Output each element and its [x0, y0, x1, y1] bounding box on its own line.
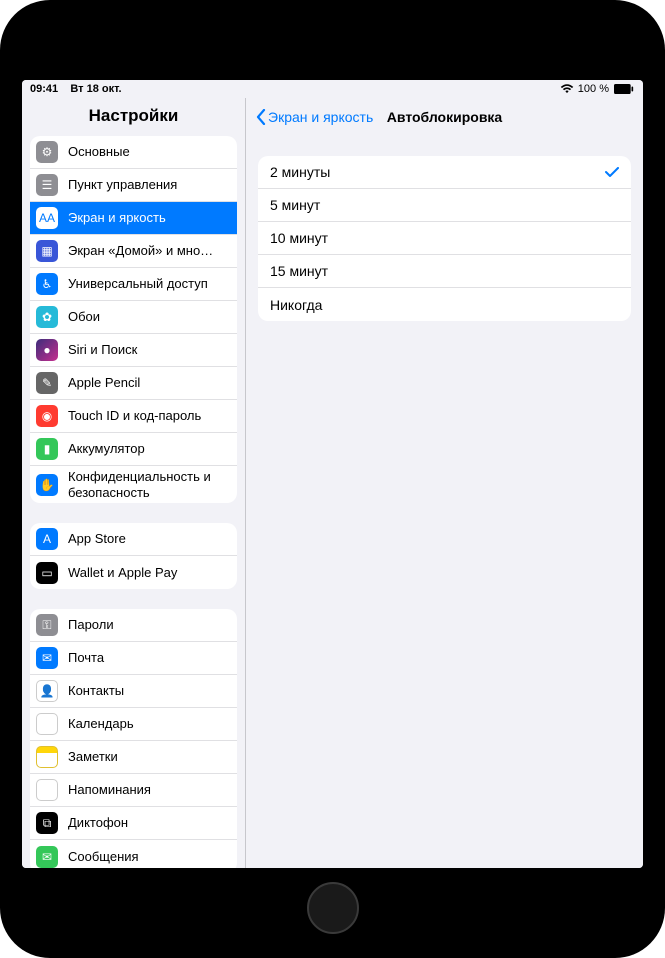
- fingerprint-icon: ◉: [36, 405, 58, 427]
- apps-grid-icon: ▦: [36, 240, 58, 262]
- sidebar-title: Настройки: [22, 98, 245, 136]
- status-date: Вт 18 окт.: [70, 83, 121, 95]
- settings-group: ⚙︎ Основные ☰ Пункт управления AA Экран и ярк…: [30, 136, 237, 503]
- sidebar-item-passwords[interactable]: ⚿ Пароли: [30, 609, 237, 642]
- sidebar-item-label: Siri и Поиск: [68, 342, 229, 358]
- sidebar-item-calendar[interactable]: ▦ Календарь: [30, 708, 237, 741]
- autolock-options: 2 минуты 5 минут 10 минут 15 минут Никогда: [258, 156, 631, 321]
- sidebar-item-label: Пункт управления: [68, 177, 229, 193]
- option-label: 10 минут: [270, 230, 328, 246]
- siri-icon: ●: [36, 339, 58, 361]
- detail-nav-bar: Экран и яркость Автоблокировка: [246, 98, 643, 136]
- sidebar-item-messages[interactable]: ✉︎ Сообщения: [30, 840, 237, 868]
- sidebar-item-privacy[interactable]: ✋ Конфиденциальность и безопасность: [30, 466, 237, 503]
- checkmark-icon: [605, 167, 619, 177]
- sidebar-item-contacts[interactable]: 👤 Контакты: [30, 675, 237, 708]
- option-label: 2 минуты: [270, 164, 330, 180]
- envelope-icon: ✉︎: [36, 647, 58, 669]
- sidebar-item-label: Экран и яркость: [68, 210, 229, 226]
- autolock-option[interactable]: 2 минуты: [258, 156, 631, 189]
- sidebar-item-label: Пароли: [68, 617, 229, 633]
- wifi-icon: [560, 84, 574, 94]
- option-label: 15 минут: [270, 263, 328, 279]
- sidebar-item-display[interactable]: AA Экран и яркость: [30, 202, 237, 235]
- sidebar-item-siri[interactable]: ● Siri и Поиск: [30, 334, 237, 367]
- pencil-icon: ✎: [36, 372, 58, 394]
- sidebar-item-label: Универсальный доступ: [68, 276, 229, 292]
- waveform-icon: ⧉: [36, 812, 58, 834]
- message-icon: ✉︎: [36, 846, 58, 868]
- sidebar-item-control-center[interactable]: ☰ Пункт управления: [30, 169, 237, 202]
- sidebar-item-accessibility[interactable]: ♿︎ Универсальный доступ: [30, 268, 237, 301]
- back-button[interactable]: Экран и яркость: [256, 109, 373, 125]
- sidebar-item-battery[interactable]: ▮ Аккумулятор: [30, 433, 237, 466]
- sidebar-item-label: Напоминания: [68, 782, 229, 798]
- gear-icon: ⚙︎: [36, 141, 58, 163]
- chevron-left-icon: [256, 109, 266, 125]
- sidebar-item-notes[interactable]: Заметки: [30, 741, 237, 774]
- battery-full-icon: [613, 84, 635, 94]
- autolock-option[interactable]: 15 минут: [258, 255, 631, 288]
- sidebar-item-label: Apple Pencil: [68, 375, 229, 391]
- sidebar-item-wallet[interactable]: ▭ Wallet и Apple Pay: [30, 556, 237, 589]
- sidebar-item-reminders[interactable]: ☰ Напоминания: [30, 774, 237, 807]
- sidebar-item-label: Аккумулятор: [68, 441, 229, 457]
- sidebar-item-appstore[interactable]: A App Store: [30, 523, 237, 556]
- sidebar-item-mail[interactable]: ✉︎ Почта: [30, 642, 237, 675]
- settings-group: ⚿ Пароли ✉︎ Почта 👤 Контакты ▦ Календарь Заметк…: [30, 609, 237, 868]
- sidebar-item-pencil[interactable]: ✎ Apple Pencil: [30, 367, 237, 400]
- sidebar-item-label: Обои: [68, 309, 229, 325]
- settings-group: A App Store ▭ Wallet и Apple Pay: [30, 523, 237, 589]
- appstore-icon: A: [36, 528, 58, 550]
- sidebar-item-label: App Store: [68, 531, 229, 547]
- settings-sidebar[interactable]: Настройки ⚙︎ Основные ☰ Пункт управления AA Э…: [22, 98, 246, 868]
- person-icon: 👤: [36, 680, 58, 702]
- sidebar-item-label: Основные: [68, 144, 229, 160]
- sidebar-item-label: Диктофон: [68, 815, 229, 831]
- sidebar-item-label: Календарь: [68, 716, 229, 732]
- list-icon: ☰: [36, 779, 58, 801]
- detail-title: Автоблокировка: [387, 109, 502, 125]
- flower-icon: ✿: [36, 306, 58, 328]
- sidebar-item-voice-memos[interactable]: ⧉ Диктофон: [30, 807, 237, 840]
- status-battery: 100 %: [578, 83, 609, 95]
- accessibility-icon: ♿︎: [36, 273, 58, 295]
- sidebar-item-label: Заметки: [68, 749, 229, 765]
- wallet-icon: ▭: [36, 562, 58, 584]
- status-time: 09:41: [30, 83, 58, 95]
- key-icon: ⚿: [36, 614, 58, 636]
- sidebar-item-wallpaper[interactable]: ✿ Обои: [30, 301, 237, 334]
- detail-pane: Экран и яркость Автоблокировка 2 минуты 5…: [246, 98, 643, 868]
- autolock-option[interactable]: 5 минут: [258, 189, 631, 222]
- text-size-icon: AA: [36, 207, 58, 229]
- note-icon: [36, 746, 58, 768]
- autolock-option[interactable]: 10 минут: [258, 222, 631, 255]
- sidebar-item-label: Wallet и Apple Pay: [68, 565, 229, 581]
- sidebar-item-label: Touch ID и код-пароль: [68, 408, 229, 424]
- sidebar-item-label: Экран «Домой» и мно…: [68, 243, 229, 259]
- option-label: 5 минут: [270, 197, 320, 213]
- home-button[interactable]: [307, 882, 359, 934]
- sidebar-item-label: Контакты: [68, 683, 229, 699]
- sidebar-item-label: Сообщения: [68, 849, 229, 865]
- switches-icon: ☰: [36, 174, 58, 196]
- autolock-option[interactable]: Никогда: [258, 288, 631, 321]
- sidebar-item-label: Конфиденциальность и безопасность: [68, 469, 229, 500]
- sidebar-item-general[interactable]: ⚙︎ Основные: [30, 136, 237, 169]
- sidebar-item-home-screen[interactable]: ▦ Экран «Домой» и мно…: [30, 235, 237, 268]
- battery-icon: ▮: [36, 438, 58, 460]
- option-label: Никогда: [270, 297, 322, 313]
- back-label: Экран и яркость: [268, 109, 373, 125]
- sidebar-item-label: Почта: [68, 650, 229, 666]
- status-bar: 09:41 Вт 18 окт. 100 %: [22, 80, 643, 98]
- sidebar-item-touchid[interactable]: ◉ Touch ID и код-пароль: [30, 400, 237, 433]
- hand-icon: ✋: [36, 474, 58, 496]
- calendar-icon: ▦: [36, 713, 58, 735]
